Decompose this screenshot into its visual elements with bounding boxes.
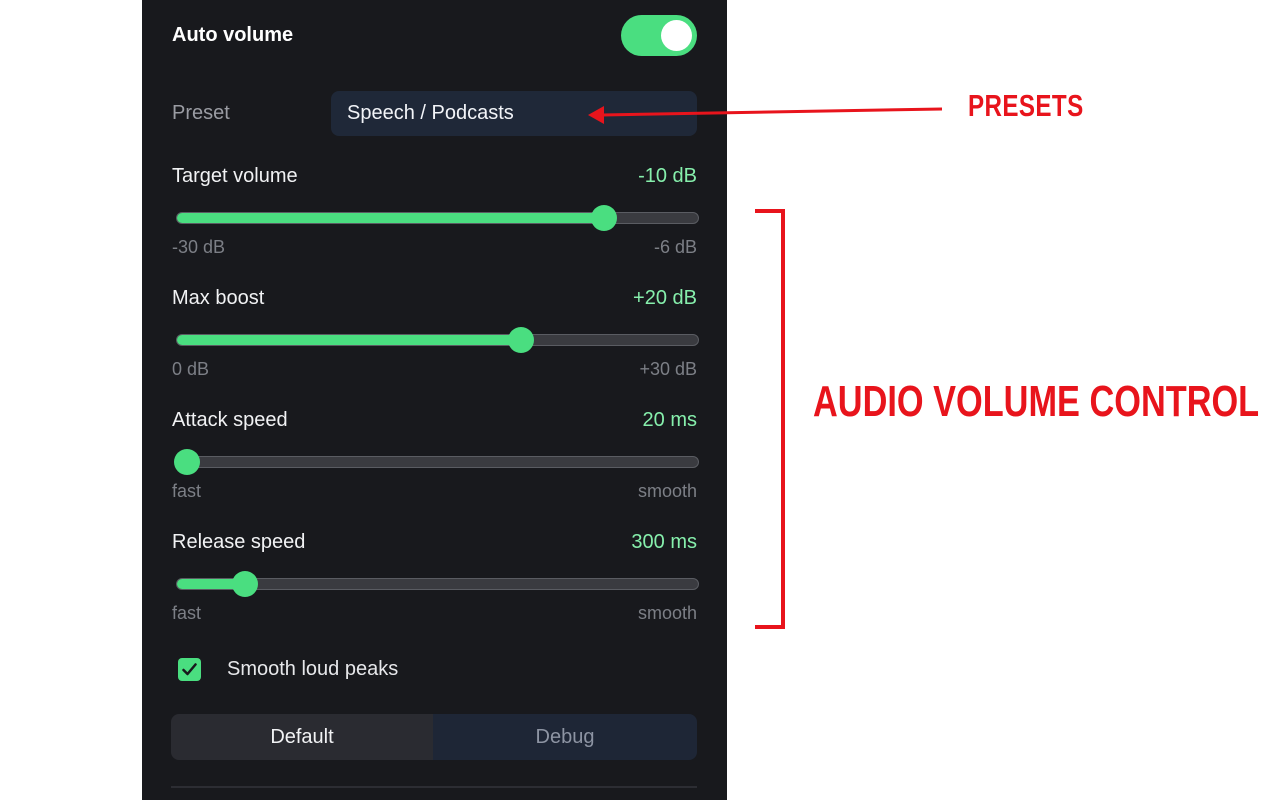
bracket-icon <box>755 209 785 629</box>
max-boost-min: 0 dB <box>172 359 210 379</box>
target-volume-slider[interactable] <box>176 205 699 231</box>
target-volume-min: -30 dB <box>172 237 226 257</box>
attack-speed-min: fast <box>172 481 202 501</box>
smooth-peaks-label: Smooth loud peaks <box>227 658 399 680</box>
smooth-peaks-checkbox[interactable] <box>178 658 201 681</box>
release-speed-slider[interactable] <box>176 571 699 597</box>
max-boost-fill <box>177 335 521 345</box>
target-volume-value: -10 dB <box>638 165 697 187</box>
release-speed-max: smooth <box>637 603 697 623</box>
release-speed-thumb[interactable] <box>231 571 258 597</box>
max-boost-label: Max boost <box>172 287 265 309</box>
target-volume-label: Target volume <box>172 165 298 187</box>
max-boost-slider[interactable] <box>176 327 699 353</box>
target-volume-fill <box>177 213 605 223</box>
checkmark-icon <box>182 663 197 676</box>
auto-volume-title: Auto volume <box>172 24 294 46</box>
auto-volume-toggle[interactable] <box>621 15 697 56</box>
presets-arrow-icon <box>588 106 943 124</box>
attack-speed-value: 20 ms <box>642 409 697 431</box>
attack-speed-label: Attack speed <box>172 409 288 431</box>
preset-value: Speech / Podcasts <box>347 102 514 124</box>
divider <box>171 786 697 788</box>
release-speed-value: 300 ms <box>631 531 697 553</box>
attack-speed-max: smooth <box>637 481 697 501</box>
release-speed-min: fast <box>172 603 202 623</box>
toggle-knob <box>661 20 692 51</box>
max-boost-value: +20 dB <box>633 287 697 309</box>
attack-speed-slider[interactable] <box>174 449 699 475</box>
debug-button[interactable]: Debug <box>433 714 697 760</box>
max-boost-max: +30 dB <box>639 359 697 379</box>
release-speed-label: Release speed <box>172 531 306 553</box>
target-volume-max: -6 dB <box>653 237 697 257</box>
default-button[interactable]: Default <box>171 714 433 760</box>
preset-label: Preset <box>172 102 230 124</box>
max-boost-thumb[interactable] <box>507 327 534 353</box>
presets-annotation: PRESETS <box>968 88 1084 123</box>
audio-volume-control-annotation: AUDIO VOLUME CONTROL <box>813 377 1260 426</box>
